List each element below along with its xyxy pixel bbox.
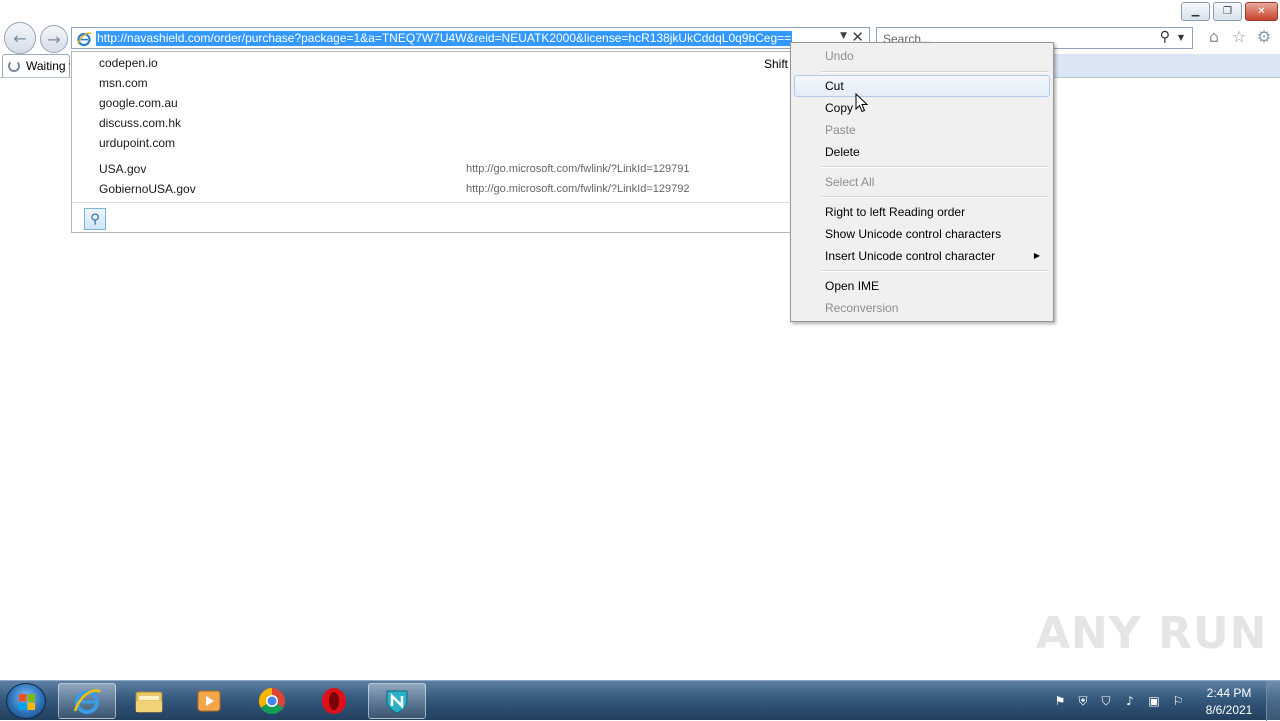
- navashield-tray-icon[interactable]: ⛉: [1098, 693, 1114, 709]
- tab-current[interactable]: Waiting for: [2, 54, 70, 78]
- favorite-item-url: http://go.microsoft.com/fwlink/?LinkId=1…: [466, 163, 690, 175]
- chrome-icon: [258, 687, 285, 715]
- forward-button[interactable]: →: [40, 25, 68, 53]
- taskbar-chrome[interactable]: [243, 683, 301, 719]
- menu-item-undo[interactable]: Undo: [794, 45, 1050, 67]
- restore-icon: ❐: [1223, 6, 1232, 17]
- menu-separator: [821, 166, 1049, 168]
- history-item[interactable]: google.com.au: [99, 96, 178, 110]
- back-button[interactable]: ←: [4, 22, 36, 54]
- taskbar-navashield[interactable]: [368, 683, 426, 719]
- autocomplete-divider: [72, 202, 790, 203]
- clock-time[interactable]: 2:44 PM: [1198, 686, 1260, 700]
- flag-icon[interactable]: ⚐: [1170, 693, 1186, 709]
- anyrun-watermark: ANY RUN: [1036, 608, 1268, 659]
- menu-item-select-all[interactable]: Select All: [794, 171, 1050, 193]
- menu-item-copy[interactable]: Copy: [794, 97, 1050, 119]
- tab-label: Waiting for: [26, 59, 70, 73]
- network-icon[interactable]: ▣: [1146, 693, 1162, 709]
- menu-item-label: Insert Unicode control character: [825, 249, 996, 263]
- show-desktop-button[interactable]: [1266, 681, 1280, 721]
- loading-spinner-icon: [8, 60, 20, 72]
- favorite-item-url: http://go.microsoft.com/fwlink/?LinkId=1…: [466, 183, 690, 195]
- search-icon: ⚲: [90, 211, 100, 227]
- minimize-icon: ▁: [1191, 6, 1200, 17]
- search-icon[interactable]: ⚲: [1160, 29, 1170, 45]
- internet-explorer-icon: [73, 689, 101, 714]
- taskbar-internet-explorer[interactable]: [58, 683, 116, 719]
- action-center-icon[interactable]: ⚑: [1052, 693, 1068, 709]
- close-window-button[interactable]: ✕: [1245, 2, 1278, 21]
- search-dropdown-icon[interactable]: ▼: [1178, 33, 1184, 42]
- menu-item-open-ime[interactable]: Open IME: [794, 275, 1050, 297]
- menu-item-rtl-reading-order[interactable]: Right to left Reading order: [794, 201, 1050, 223]
- windows-logo-icon: [19, 694, 35, 710]
- navashield-icon: [386, 690, 408, 714]
- history-item[interactable]: discuss.com.hk: [99, 116, 181, 130]
- submenu-arrow-icon: ▶: [1033, 251, 1040, 260]
- address-autocomplete-dropdown: Shift codepen.io msn.com google.com.au d…: [71, 51, 791, 233]
- close-icon: ✕: [1257, 6, 1266, 17]
- menu-item-cut[interactable]: Cut: [794, 75, 1050, 97]
- menu-separator: [821, 71, 1049, 73]
- url-text[interactable]: http://navashield.com/order/purchase?pac…: [96, 31, 793, 46]
- minimize-button[interactable]: ▁: [1181, 2, 1210, 21]
- favorite-item-name[interactable]: USA.gov: [99, 162, 146, 176]
- history-item[interactable]: msn.com: [99, 76, 148, 90]
- taskbar-opera[interactable]: [305, 683, 363, 719]
- menu-separator: [821, 196, 1049, 198]
- menu-item-reconversion[interactable]: Reconversion: [794, 297, 1050, 319]
- taskbar-file-explorer[interactable]: [120, 683, 178, 719]
- favorite-item-name[interactable]: GobiernoUSA.gov: [99, 182, 196, 196]
- context-menu: Undo Cut Copy Paste Delete Select All Ri…: [790, 42, 1054, 322]
- restore-button[interactable]: ❐: [1213, 2, 1242, 21]
- security-shield-icon[interactable]: ⛨: [1075, 693, 1091, 709]
- menu-item-show-unicode[interactable]: Show Unicode control characters: [794, 223, 1050, 245]
- volume-icon[interactable]: ♪: [1122, 693, 1138, 709]
- start-button[interactable]: [6, 683, 46, 719]
- menu-separator: [821, 270, 1049, 272]
- gear-icon[interactable]: ⚙: [1255, 28, 1273, 46]
- forward-arrow-icon: →: [47, 29, 61, 49]
- opera-icon: [322, 688, 346, 714]
- autocomplete-search-button[interactable]: ⚲: [84, 208, 106, 230]
- menu-item-paste[interactable]: Paste: [794, 119, 1050, 141]
- favorites-star-icon[interactable]: ☆: [1230, 28, 1248, 46]
- home-icon[interactable]: ⌂: [1205, 28, 1223, 46]
- address-bar[interactable]: http://navashield.com/order/purchase?pac…: [71, 27, 870, 49]
- tab-strip-background: [1054, 54, 1280, 78]
- clock-date[interactable]: 8/6/2021: [1198, 703, 1260, 717]
- shortcut-hint: Shift: [764, 57, 789, 71]
- system-tray: ⚑ ⛨ ⛉ ♪ ▣ ⚐: [1046, 687, 1196, 715]
- ie-page-icon: [77, 32, 92, 47]
- address-dropdown-icon[interactable]: ▼: [840, 31, 847, 41]
- history-item[interactable]: urdupoint.com: [99, 136, 175, 150]
- mouse-cursor-icon: [855, 93, 868, 113]
- history-item[interactable]: codepen.io: [99, 56, 158, 70]
- media-player-icon: [197, 690, 221, 712]
- taskbar-media-player[interactable]: [180, 683, 238, 719]
- folder-icon: [135, 691, 163, 713]
- back-arrow-icon: ←: [13, 28, 27, 48]
- taskbar: ⚑ ⛨ ⛉ ♪ ▣ ⚐ 2:44 PM 8/6/2021: [0, 680, 1280, 721]
- menu-item-insert-unicode[interactable]: Insert Unicode control character ▶: [794, 245, 1050, 267]
- menu-item-delete[interactable]: Delete: [794, 141, 1050, 163]
